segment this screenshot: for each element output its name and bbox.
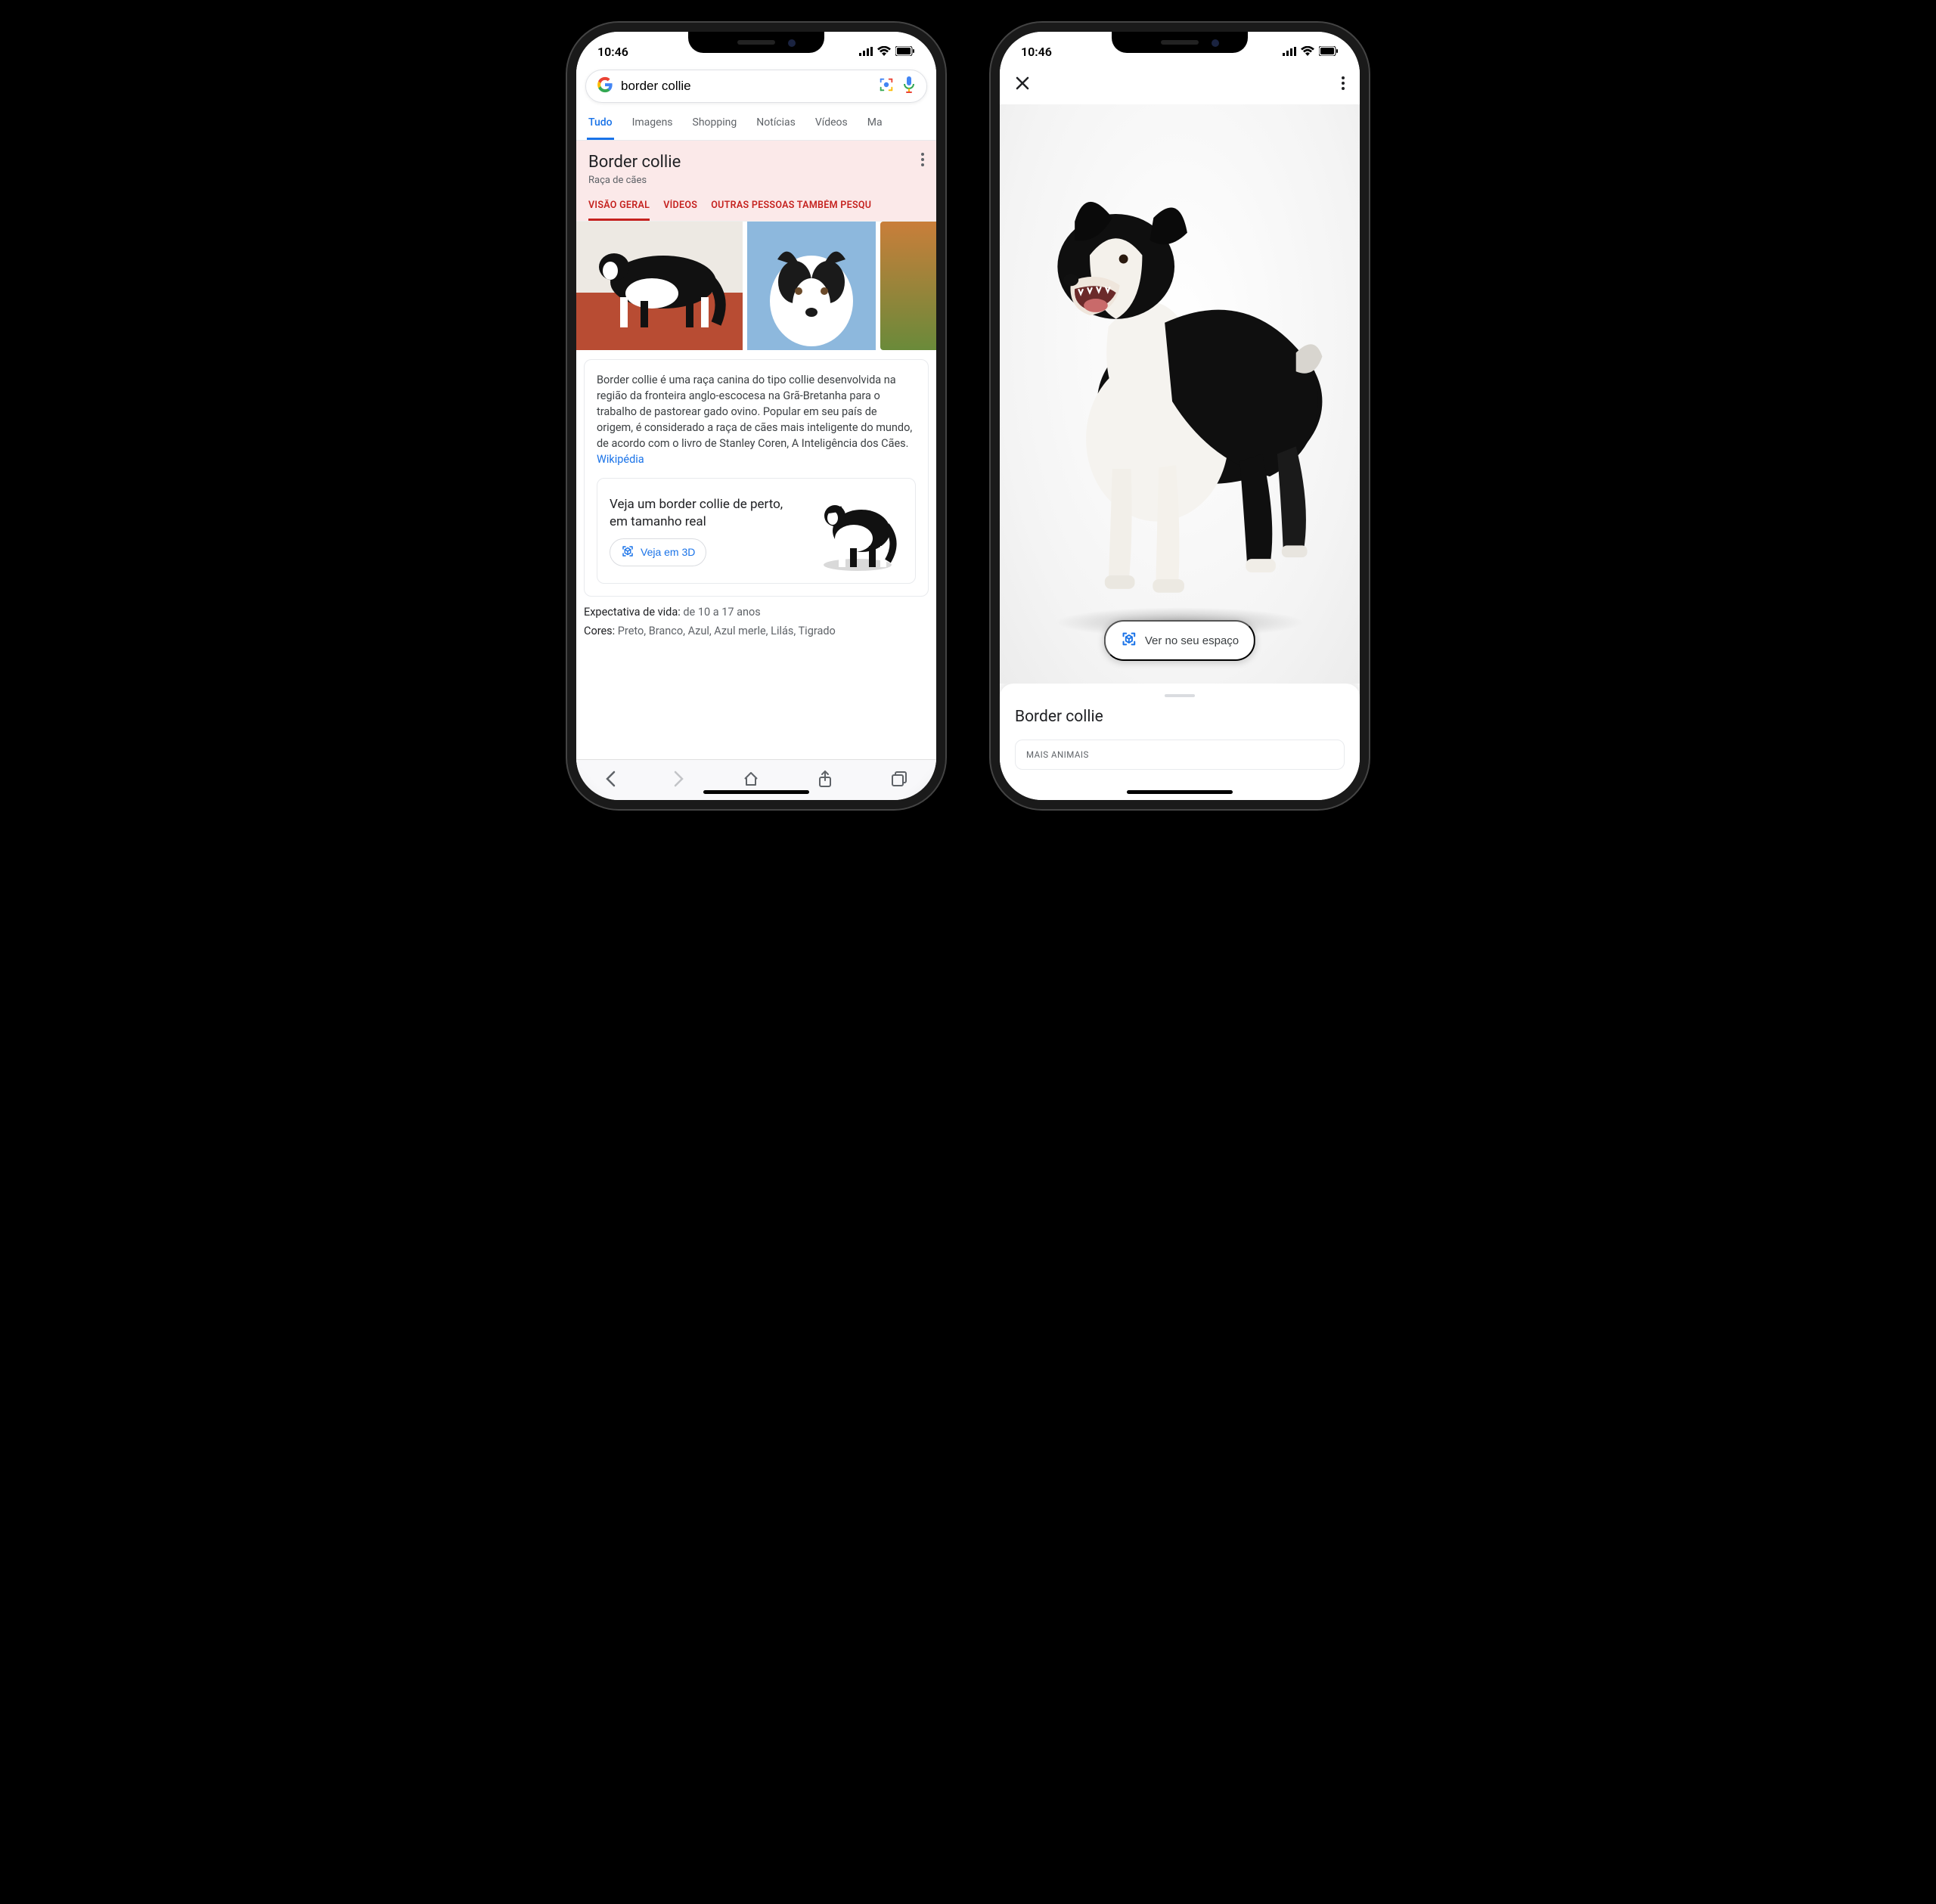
wifi-icon (1301, 45, 1314, 59)
nav-tabs: Tudo Imagens Shopping Notícias Vídeos Ma (576, 107, 936, 141)
home-icon[interactable] (743, 771, 759, 790)
tab-imagens[interactable]: Imagens (631, 107, 675, 140)
dog-3d-model[interactable] (1000, 104, 1360, 684)
image-result-3[interactable] (880, 222, 936, 350)
view-3d-button[interactable]: Veja em 3D (610, 538, 706, 566)
cube-3d-icon (1121, 631, 1137, 650)
knowledge-panel: Border collie Raça de cães VISÃO GERAL V… (576, 141, 936, 222)
tabs-icon[interactable] (891, 771, 908, 790)
ar-top-bar (1000, 65, 1360, 104)
home-indicator[interactable] (703, 790, 809, 794)
notch (1112, 32, 1248, 53)
battery-icon (895, 45, 915, 59)
ar-card: Veja um border collie de perto, em taman… (597, 478, 916, 584)
colors-label: Cores: (584, 625, 615, 637)
kp-subtitle: Raça de cães (588, 175, 681, 186)
kp-tab-overview[interactable]: VISÃO GERAL (588, 200, 650, 221)
status-time: 10:46 (1021, 45, 1052, 59)
ar-3d-stage[interactable]: Ver no seu espaço (1000, 104, 1360, 684)
status-time: 10:46 (597, 45, 628, 59)
bottom-sheet[interactable]: Border collie MAIS ANIMAIS (1000, 684, 1360, 800)
phone-left: 10:46 (567, 23, 945, 809)
home-indicator[interactable] (1127, 790, 1233, 794)
ar-prompt-text: Veja um border collie de perto, em taman… (610, 496, 803, 531)
view-3d-label: Veja em 3D (641, 546, 695, 558)
mic-icon[interactable] (902, 76, 916, 96)
phone-right: 10:46 (991, 23, 1369, 809)
view-in-space-label: Ver no seu espaço (1145, 634, 1239, 647)
wifi-icon (877, 45, 891, 59)
search-input[interactable] (621, 79, 870, 94)
search-bar[interactable] (585, 70, 927, 103)
tab-shopping[interactable]: Shopping (691, 107, 739, 140)
kp-tab-videos[interactable]: VÍDEOS (663, 200, 697, 221)
battery-icon (1319, 45, 1339, 59)
signal-icon (1283, 45, 1296, 59)
ar-thumbnail (812, 489, 903, 572)
facts-block: Expectativa de vida: de 10 a 17 anos Cor… (584, 606, 929, 643)
image-carousel[interactable] (576, 222, 936, 350)
share-icon[interactable] (818, 770, 833, 791)
sheet-handle[interactable] (1165, 694, 1195, 697)
life-value: de 10 a 17 anos (683, 606, 760, 619)
description-text: Border collie é uma raça canina do tipo … (597, 374, 912, 450)
tab-tudo[interactable]: Tudo (587, 107, 614, 140)
sheet-title: Border collie (1015, 708, 1345, 726)
tab-videos[interactable]: Vídeos (814, 107, 849, 140)
more-icon[interactable] (921, 153, 924, 169)
signal-icon (859, 45, 873, 59)
life-label: Expectativa de vida: (584, 606, 681, 619)
colors-value: Preto, Branco, Azul, Azul merle, Lilás, … (618, 625, 836, 637)
forward-icon (674, 771, 684, 790)
google-g-icon (597, 76, 613, 96)
kp-tab-others[interactable]: OUTRAS PESSOAS TAMBÉM PESQU (711, 200, 871, 221)
view-in-space-button[interactable]: Ver no seu espaço (1104, 620, 1255, 661)
notch (688, 32, 824, 53)
tab-noticias[interactable]: Notícias (755, 107, 797, 140)
cube-3d-icon (621, 544, 634, 560)
back-icon[interactable] (605, 771, 616, 790)
source-link[interactable]: Wikipédia (597, 453, 644, 466)
more-icon[interactable] (1342, 76, 1345, 93)
kp-title: Border collie (588, 153, 681, 172)
image-result-2[interactable] (747, 222, 876, 350)
description-card: Border collie é uma raça canina do tipo … (584, 359, 929, 597)
image-result-1[interactable] (576, 222, 743, 350)
sheet-subheading: MAIS ANIMAIS (1026, 749, 1333, 760)
close-icon[interactable] (1015, 76, 1030, 94)
tab-more[interactable]: Ma (866, 107, 884, 140)
lens-icon[interactable] (878, 76, 895, 96)
